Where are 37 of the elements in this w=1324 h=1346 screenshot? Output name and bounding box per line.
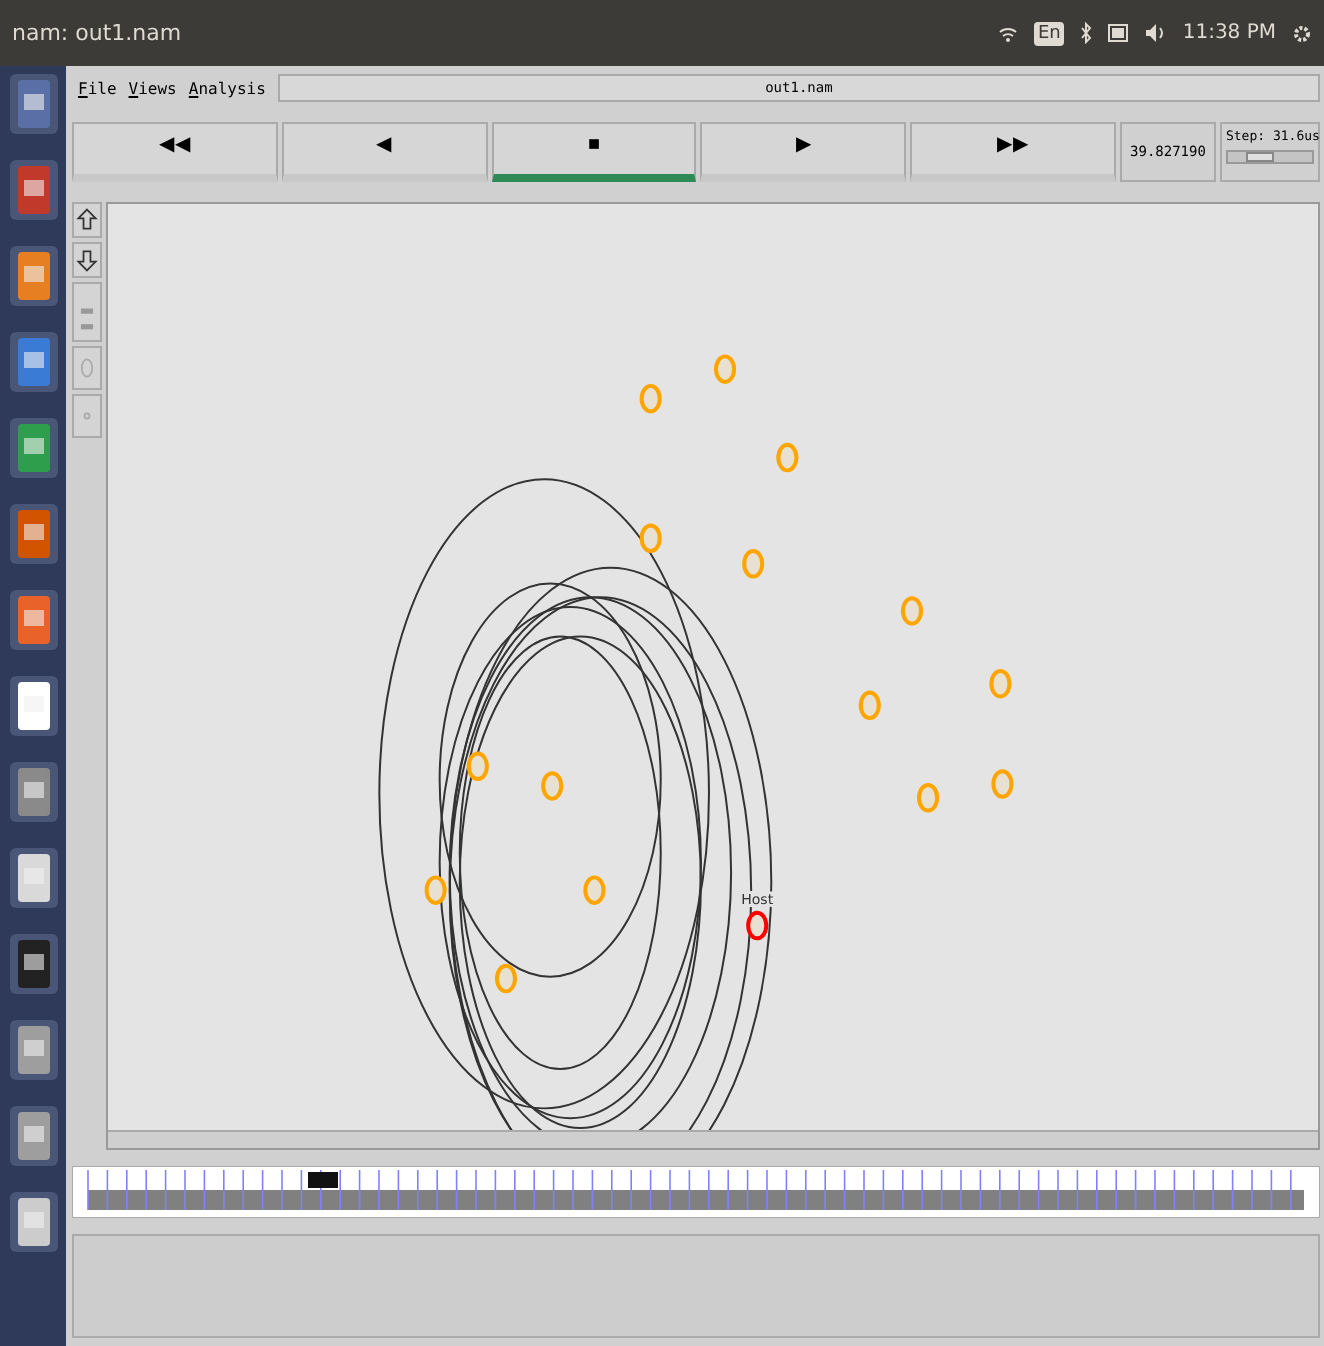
volume-icon[interactable]	[1146, 24, 1167, 42]
network-node[interactable]	[991, 769, 1014, 799]
network-node[interactable]	[746, 910, 769, 941]
network-node[interactable]	[583, 875, 606, 905]
playback-button[interactable]: ◀◀	[72, 122, 278, 182]
network-node[interactable]	[917, 782, 940, 813]
network-node[interactable]	[900, 596, 923, 626]
network-node[interactable]	[989, 668, 1012, 699]
keyboard-indicator[interactable]: En	[1033, 21, 1065, 45]
network-node[interactable]	[639, 523, 662, 553]
playback-button[interactable]: ■	[491, 122, 697, 182]
playback-button[interactable]: ▶▶	[910, 122, 1116, 182]
menu-item[interactable]: Views	[128, 79, 177, 97]
dot-tool-icon[interactable]	[72, 394, 102, 438]
clock[interactable]: 11:38 PM	[1182, 22, 1276, 44]
settings-icon[interactable]	[1292, 23, 1312, 43]
battery-icon[interactable]	[1108, 24, 1131, 42]
playback-button[interactable]: ◀	[281, 122, 488, 182]
zoom-out-icon[interactable]	[72, 242, 102, 278]
playback-button[interactable]: ▶	[700, 122, 907, 182]
network-node[interactable]	[639, 383, 662, 414]
timeline-drawing[interactable]	[72, 1166, 1320, 1218]
menu-item[interactable]: Analysis	[188, 79, 266, 97]
network-node[interactable]	[541, 771, 564, 801]
wifi-icon[interactable]	[997, 23, 1018, 43]
network-node[interactable]	[494, 963, 517, 994]
network-node[interactable]	[466, 751, 489, 782]
window-title: nam: out1.nam	[12, 20, 184, 46]
network-node[interactable]	[742, 549, 765, 579]
menu-item[interactable]: File	[78, 79, 117, 97]
network-node[interactable]	[424, 875, 447, 905]
network-node[interactable]	[858, 690, 881, 721]
network-node[interactable]	[714, 354, 737, 384]
zoom-in-icon[interactable]	[72, 202, 102, 238]
bluetooth-icon[interactable]	[1080, 22, 1093, 44]
network-node[interactable]	[776, 442, 799, 473]
step-slider[interactable]	[1225, 150, 1314, 164]
